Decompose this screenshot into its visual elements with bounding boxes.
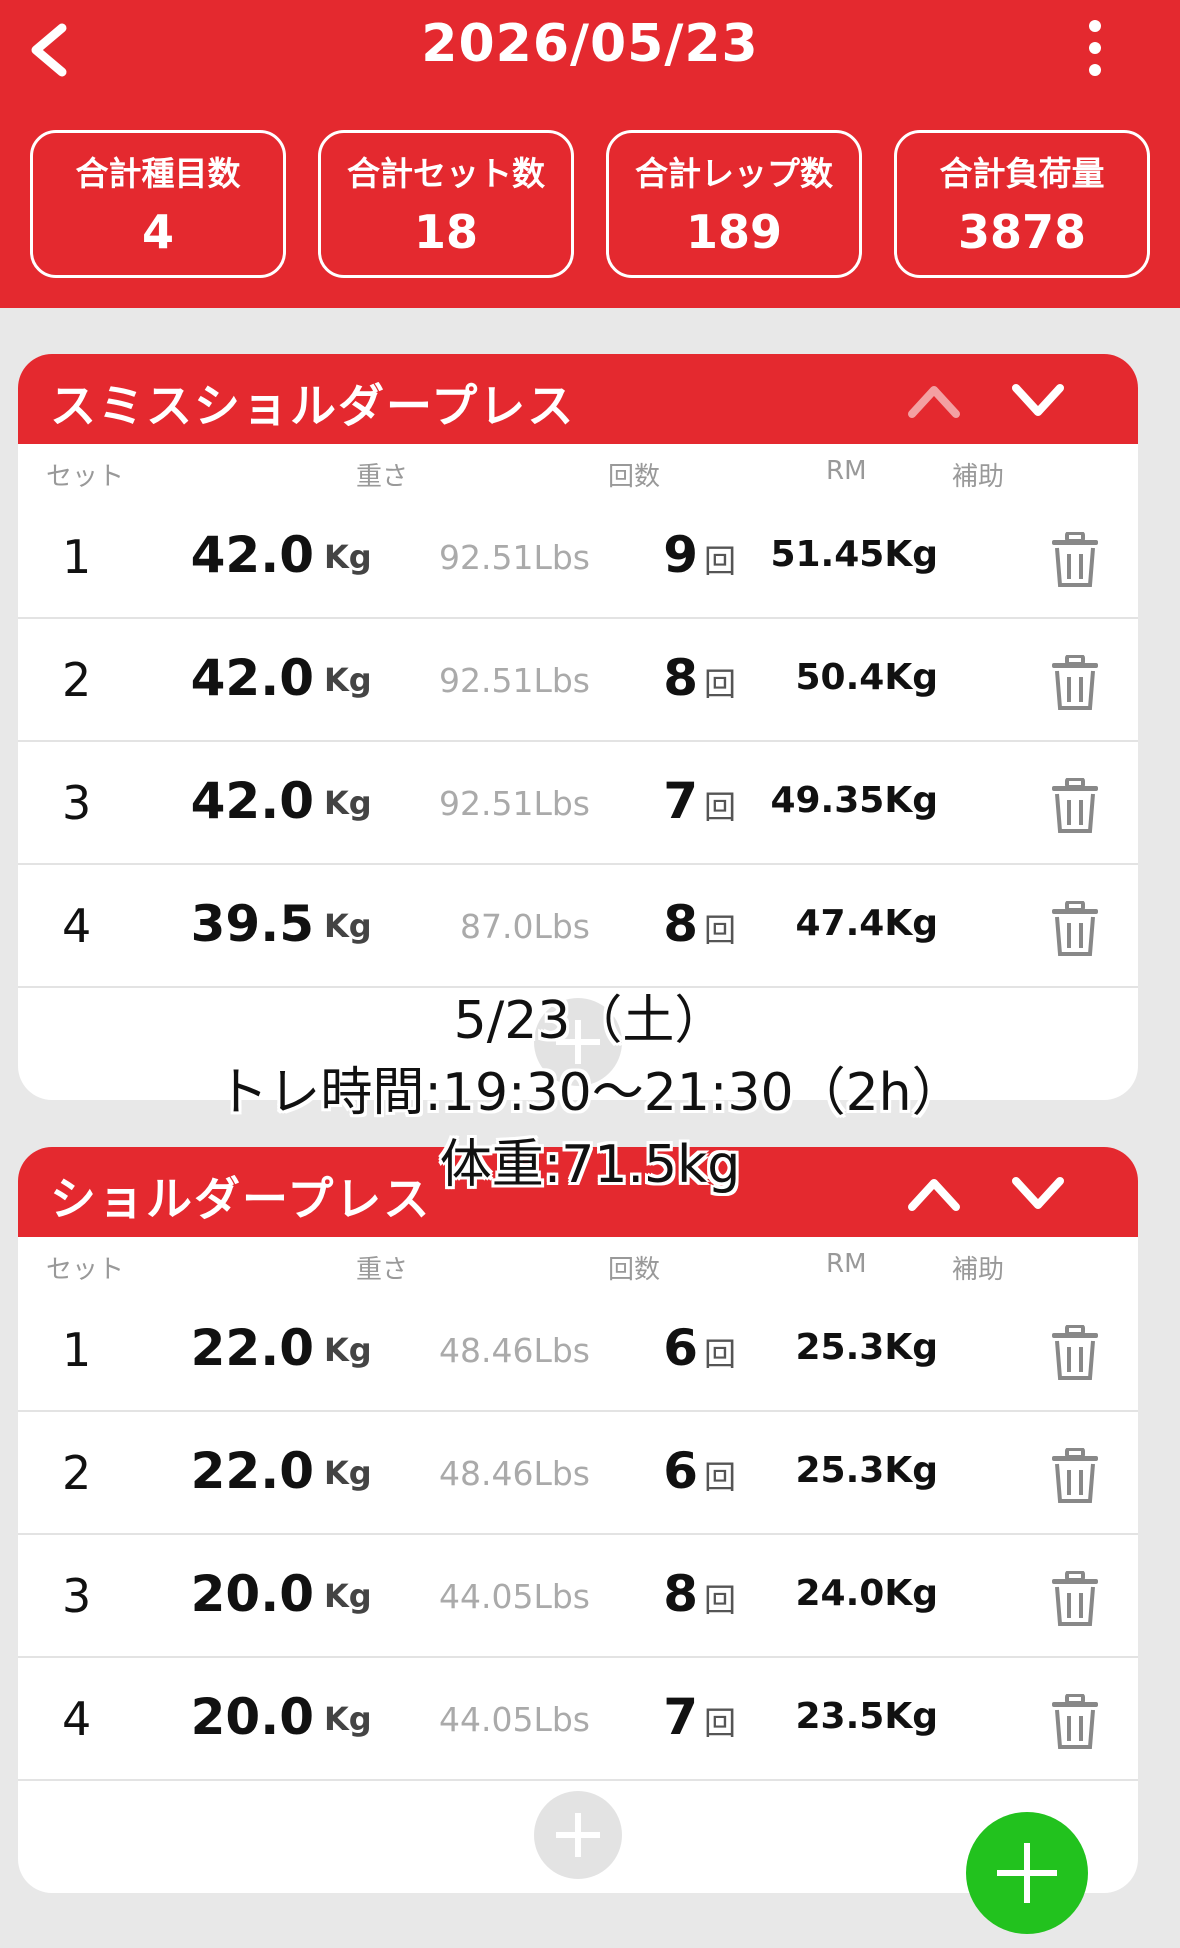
col-set: セット <box>46 462 125 492</box>
trash-icon[interactable] <box>1050 532 1100 588</box>
col-rm: RM <box>826 456 867 486</box>
table-row[interactable]: 3 20.0 Kg 44.05Lbs 8 回 24.0Kg <box>18 1535 1138 1658</box>
page-title: 2026/05/23 <box>421 14 759 74</box>
stat-total-sets: 合計セット数 18 <box>318 130 574 278</box>
trash-icon[interactable] <box>1050 1325 1100 1381</box>
table-row[interactable]: 4 20.0 Kg 44.05Lbs 7 回 23.5Kg <box>18 1658 1138 1781</box>
column-headers: セット 重さ 回数 RM 補助 <box>18 1237 1138 1289</box>
table-row[interactable]: 3 42.0 Kg 92.51Lbs 7 回 49.35Kg <box>18 742 1138 865</box>
table-row[interactable]: 1 22.0 Kg 48.46Lbs 6 回 25.3Kg <box>18 1289 1138 1412</box>
col-weight: 重さ <box>356 462 409 492</box>
trash-icon[interactable] <box>1050 1694 1100 1750</box>
stat-total-exercises: 合計種目数 4 <box>30 130 286 278</box>
col-assist: 補助 <box>952 1255 1005 1285</box>
table-row[interactable]: 4 39.5 Kg 87.0Lbs 8 回 47.4Kg <box>18 865 1138 988</box>
col-reps: 回数 <box>608 462 661 492</box>
stat-total-volume: 合計負荷量 3878 <box>894 130 1150 278</box>
column-headers: セット 重さ 回数 RM 補助 <box>18 444 1138 496</box>
trash-icon[interactable] <box>1050 1571 1100 1627</box>
table-row[interactable]: 2 42.0 Kg 92.51Lbs 8 回 50.4Kg <box>18 619 1138 742</box>
overlay-body-weight: 体重:71.5kg <box>439 1135 741 1195</box>
chevron-up-icon[interactable] <box>906 380 962 420</box>
trash-icon[interactable] <box>1050 1448 1100 1504</box>
trash-icon[interactable] <box>1050 901 1100 957</box>
add-exercise-button[interactable] <box>966 1812 1088 1934</box>
table-row[interactable]: 1 42.0 Kg 92.51Lbs 9 回 51.45Kg <box>18 496 1138 619</box>
col-set: セット <box>46 1255 125 1285</box>
col-reps: 回数 <box>608 1255 661 1285</box>
stat-total-reps: 合計レップ数 189 <box>606 130 862 278</box>
exercise-card: ショルダープレス セット 重さ 回数 RM 補助 1 22.0 Kg 48.46… <box>18 1147 1138 1893</box>
summary-stats: 合計種目数 4 合計セット数 18 合計レップ数 189 合計負荷量 3878 <box>30 130 1152 278</box>
overlay-date: 5/23（土） <box>453 991 727 1051</box>
exercise-card-header: スミスショルダープレス <box>18 354 1138 444</box>
chevron-down-icon[interactable] <box>1010 380 1066 420</box>
col-assist: 補助 <box>952 462 1005 492</box>
table-row[interactable]: 2 22.0 Kg 48.46Lbs 6 回 25.3Kg <box>18 1412 1138 1535</box>
trash-icon[interactable] <box>1050 655 1100 711</box>
col-weight: 重さ <box>356 1255 409 1285</box>
trash-icon[interactable] <box>1050 778 1100 834</box>
col-rm: RM <box>826 1249 867 1279</box>
overlay-training-time: トレ時間:19:30〜21:30（2h） <box>216 1063 964 1123</box>
add-set-button[interactable] <box>534 1791 622 1879</box>
exercise-name: スミスショルダープレス <box>50 379 576 433</box>
more-vertical-icon[interactable] <box>1080 18 1110 78</box>
header-bar: 2026/05/23 合計種目数 4 合計セット数 18 合計レップ数 189 … <box>0 0 1180 308</box>
